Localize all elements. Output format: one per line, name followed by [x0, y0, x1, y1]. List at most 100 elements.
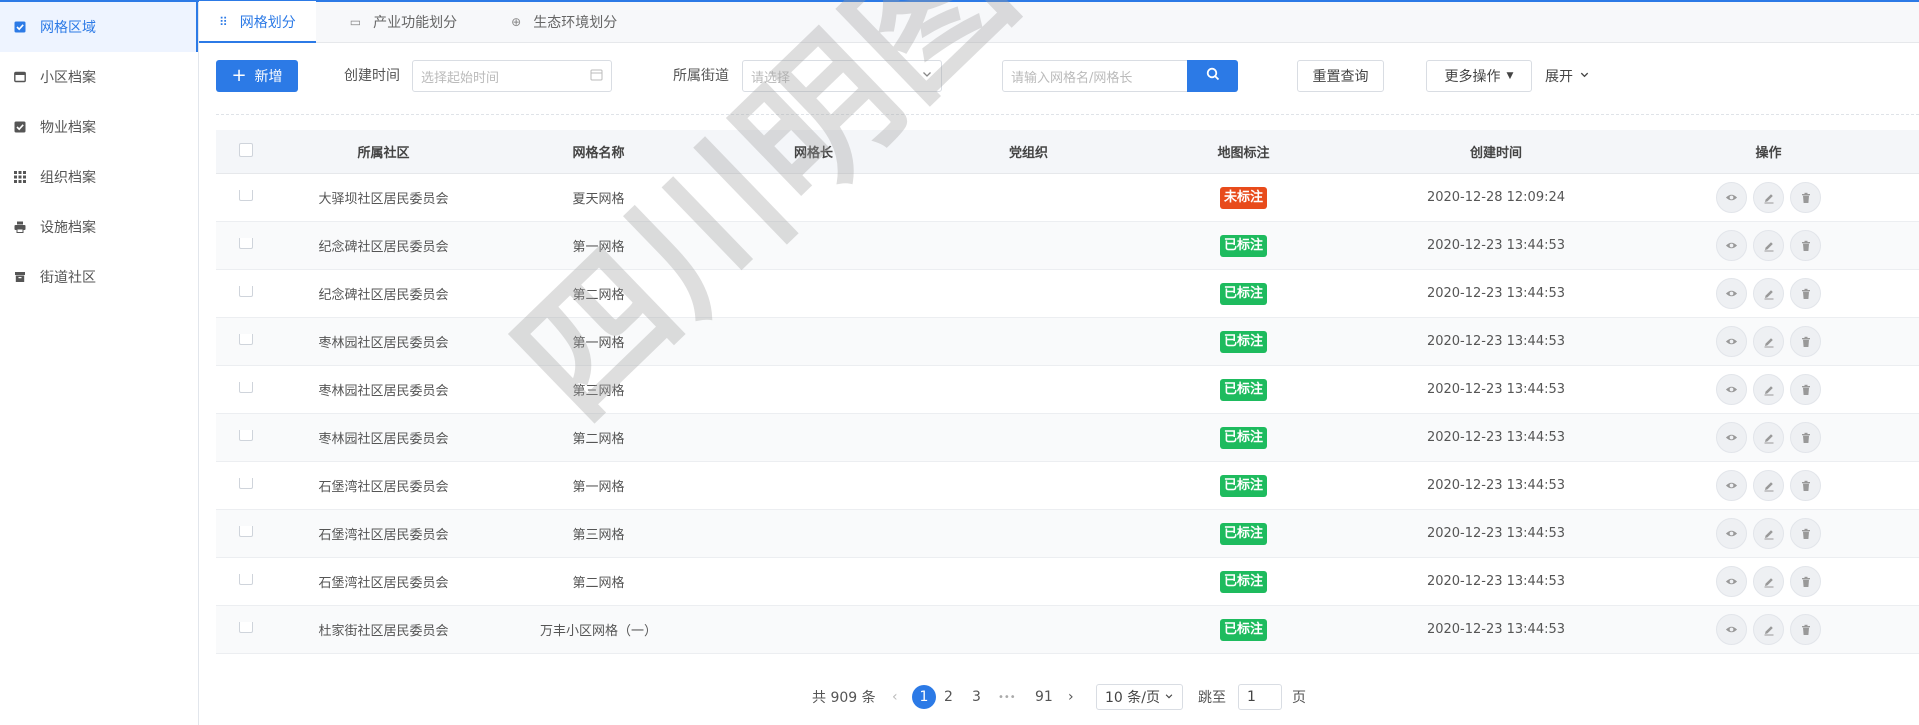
edit-button[interactable] — [1753, 374, 1784, 405]
page-button-last[interactable]: 91 — [1035, 684, 1053, 710]
tab-label: 生态环境划分 — [533, 14, 618, 31]
reset-query-button[interactable]: 重置查询 — [1297, 60, 1384, 92]
column-header: 所属社区 — [357, 146, 410, 161]
search-input[interactable]: 请输入网格名/网格长 — [1002, 60, 1188, 92]
row-checkbox[interactable] — [239, 574, 253, 585]
eye-icon — [1725, 383, 1738, 396]
more-pages-ellipsis[interactable]: ••• — [998, 684, 1016, 710]
edit-button[interactable] — [1753, 182, 1784, 213]
cell-created-time: 2020-12-23 13:44:53 — [1426, 238, 1566, 253]
view-button[interactable] — [1716, 230, 1747, 261]
sidebar-item-property-archive[interactable]: 物业档案 — [0, 102, 198, 152]
row-checkbox[interactable] — [239, 430, 253, 441]
delete-button[interactable] — [1790, 518, 1821, 549]
sidebar-item-facility-archive[interactable]: 设施档案 — [0, 202, 198, 252]
delete-button[interactable] — [1790, 470, 1821, 501]
edit-button[interactable] — [1753, 566, 1784, 597]
edit-button[interactable] — [1753, 326, 1784, 357]
pencil-icon — [1763, 432, 1775, 444]
search-icon — [1206, 67, 1220, 85]
street-select[interactable]: 请选择 — [742, 60, 942, 92]
tab-grid-division[interactable]: ⠿ 网格划分 — [199, 1, 316, 43]
row-checkbox[interactable] — [239, 238, 253, 249]
chevron-down-icon — [921, 68, 933, 84]
sidebar-item-grid-area[interactable]: 网格区域 — [0, 2, 198, 52]
row-checkbox[interactable] — [239, 190, 253, 201]
map-mark-status-badge: 未标注 — [1219, 186, 1267, 209]
jump-page-input[interactable]: 1 — [1238, 684, 1282, 710]
view-button[interactable] — [1716, 470, 1747, 501]
edit-button[interactable] — [1753, 230, 1784, 261]
delete-button[interactable] — [1790, 422, 1821, 453]
tab-industry-division[interactable]: ▭ 产业功能划分 — [330, 1, 477, 42]
view-button[interactable] — [1716, 326, 1747, 357]
row-checkbox[interactable] — [239, 478, 253, 489]
page-unit-label: 页 — [1292, 690, 1306, 706]
edit-button[interactable] — [1753, 470, 1784, 501]
sidebar-item-community-archive[interactable]: 小区档案 — [0, 52, 198, 102]
cell-created-time: 2020-12-23 13:44:53 — [1426, 622, 1566, 637]
search-button[interactable] — [1187, 60, 1238, 92]
row-checkbox[interactable] — [239, 526, 253, 537]
more-actions-label: 更多操作 — [1444, 69, 1501, 85]
page-size-select[interactable]: 10 条/页 — [1096, 684, 1183, 710]
table-row: 石堡湾社区居民委员会 第二网格 已标注 2020-12-23 13:44:53 — [216, 558, 1919, 606]
delete-button[interactable] — [1790, 566, 1821, 597]
more-actions-dropdown[interactable]: 更多操作 ▼ — [1426, 60, 1532, 92]
delete-button[interactable] — [1790, 230, 1821, 261]
view-button[interactable] — [1716, 518, 1747, 549]
created-time-picker[interactable]: 选择起始时间 — [412, 60, 612, 92]
row-checkbox[interactable] — [239, 382, 253, 393]
page-button-2[interactable]: 2 — [944, 684, 953, 710]
trash-icon — [1800, 192, 1812, 204]
delete-button[interactable] — [1790, 326, 1821, 357]
sidebar-item-organization-archive[interactable]: 组织档案 — [0, 152, 198, 202]
expand-toggle[interactable]: 展开 — [1545, 60, 1590, 92]
view-button[interactable] — [1716, 566, 1747, 597]
edit-button[interactable] — [1753, 518, 1784, 549]
calendar-icon — [590, 68, 603, 85]
view-button[interactable] — [1716, 614, 1747, 645]
column-header: 地图标注 — [1217, 146, 1270, 161]
prev-page-button[interactable]: ‹ — [892, 684, 898, 710]
tab-bar: ⠿ 网格划分 ▭ 产业功能划分 ⊕ 生态环境划分 — [199, 1, 1919, 43]
row-checkbox[interactable] — [239, 286, 253, 297]
view-button[interactable] — [1716, 374, 1747, 405]
cell-created-time: 2020-12-23 13:44:53 — [1426, 430, 1566, 445]
edit-button[interactable] — [1753, 422, 1784, 453]
row-checkbox[interactable] — [239, 334, 253, 345]
view-button[interactable] — [1716, 278, 1747, 309]
page-button-3[interactable]: 3 — [972, 684, 981, 710]
jump-page-value: 1 — [1247, 689, 1256, 705]
expand-label: 展开 — [1545, 69, 1573, 85]
cell-community: 枣林园社区居民委员会 — [318, 336, 449, 351]
folder-icon: ▭ — [349, 14, 362, 29]
cell-community: 枣林园社区居民委员会 — [318, 432, 449, 447]
eye-icon — [1725, 191, 1738, 204]
view-button[interactable] — [1716, 182, 1747, 213]
edit-button[interactable] — [1753, 614, 1784, 645]
row-checkbox[interactable] — [239, 622, 253, 633]
table-row: 枣林园社区居民委员会 第二网格 已标注 2020-12-23 13:44:53 — [216, 414, 1919, 462]
main-panel: ⠿ 网格划分 ▭ 产业功能划分 ⊕ 生态环境划分 + 新增 创建时间 选择起始时… — [199, 1, 1919, 725]
delete-button[interactable] — [1790, 374, 1821, 405]
view-button[interactable] — [1716, 422, 1747, 453]
tab-ecology-division[interactable]: ⊕ 生态环境划分 — [491, 1, 637, 42]
add-button[interactable]: + 新增 — [216, 60, 298, 92]
select-all-checkbox[interactable] — [239, 142, 253, 157]
edit-button[interactable] — [1753, 278, 1784, 309]
delete-button[interactable] — [1790, 614, 1821, 645]
table-row: 枣林园社区居民委员会 第一网格 已标注 2020-12-23 13:44:53 — [216, 318, 1919, 366]
sidebar-item-street-community[interactable]: 街道社区 — [0, 252, 198, 302]
delete-button[interactable] — [1790, 278, 1821, 309]
cell-community: 大驿坝社区居民委员会 — [318, 192, 449, 207]
tab-label: 网格划分 — [239, 14, 296, 31]
delete-button[interactable] — [1790, 182, 1821, 213]
street-placeholder: 请选择 — [751, 70, 791, 86]
eye-icon — [1725, 239, 1738, 252]
page-button-1[interactable]: 1 — [912, 685, 936, 709]
cell-grid-name: 夏天网格 — [572, 192, 625, 207]
pencil-icon — [1763, 576, 1775, 588]
cell-created-time: 2020-12-23 13:44:53 — [1426, 478, 1566, 493]
next-page-button[interactable]: › — [1068, 684, 1074, 710]
